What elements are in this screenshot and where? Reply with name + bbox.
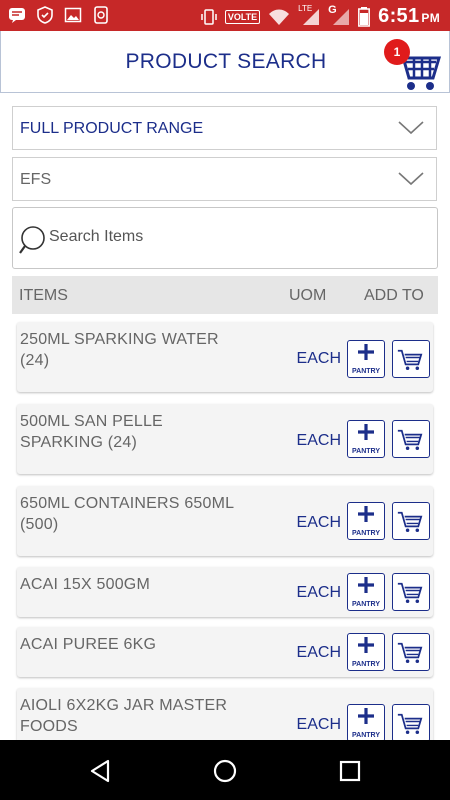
product-name: ACAI PUREE 6KG	[20, 636, 157, 653]
add-to-pantry-button[interactable]: PANTRY	[347, 420, 385, 458]
app-header: PRODUCT SEARCH 1	[0, 31, 450, 93]
search-input[interactable]	[49, 228, 419, 246]
supplier-select[interactable]: EFS	[12, 157, 437, 201]
product-row: ACAI PUREE 6KG EACH PANTRY	[17, 627, 433, 677]
pantry-label: PANTRY	[352, 530, 380, 537]
plus-icon	[358, 708, 374, 724]
pantry-label: PANTRY	[352, 661, 380, 668]
pantry-label: PANTRY	[352, 732, 380, 739]
cart-icon	[397, 511, 423, 532]
plus-icon	[358, 577, 374, 593]
vibrate-icon	[201, 8, 217, 25]
system-icons: VOLTE LTE G 6:51 PM	[201, 4, 440, 28]
add-to-pantry-button[interactable]: PANTRY	[347, 340, 385, 378]
product-uom: EACH	[296, 514, 341, 531]
cart-count-badge: 1	[384, 39, 410, 65]
cart-button[interactable]: 1	[381, 36, 445, 92]
product-name: 650ML CONTAINERS 650ML (500)	[20, 495, 234, 533]
add-to-pantry-button[interactable]: PANTRY	[347, 633, 385, 671]
add-to-cart-button[interactable]	[392, 502, 430, 540]
add-to-cart-button[interactable]	[392, 704, 430, 740]
cart-icon	[397, 713, 423, 734]
battery-icon	[358, 6, 371, 27]
add-to-cart-button[interactable]	[392, 573, 430, 611]
product-row: 500ML SAN PELLE SPARKING (24) EACH PANTR…	[17, 404, 433, 474]
search-box[interactable]	[12, 207, 438, 269]
lte-signal: LTE	[298, 4, 320, 26]
supplier-value: EFS	[20, 171, 52, 188]
wifi-icon	[269, 9, 290, 25]
clock: 6:51 PM	[378, 5, 440, 28]
product-range-value: FULL PRODUCT RANGE	[20, 120, 204, 137]
add-to-cart-button[interactable]	[392, 340, 430, 378]
cart-icon	[397, 349, 423, 370]
product-name: 500ML SAN PELLE SPARKING (24)	[20, 413, 163, 451]
shield-icon	[37, 6, 53, 24]
column-add-to: ADD TO	[364, 287, 424, 304]
add-to-cart-button[interactable]	[392, 420, 430, 458]
recents-icon[interactable]	[337, 758, 363, 784]
cart-icon	[397, 582, 423, 603]
product-range-select[interactable]: FULL PRODUCT RANGE	[12, 106, 437, 150]
plus-icon	[358, 637, 374, 653]
product-row: 650ML CONTAINERS 650ML (500) EACH PANTRY	[17, 486, 433, 556]
cart-icon	[397, 642, 423, 663]
product-uom: EACH	[296, 644, 341, 661]
product-uom: EACH	[296, 716, 341, 733]
product-row: AIOLI 6X2KG JAR MASTER FOODS EACH PANTRY	[17, 688, 433, 740]
add-to-cart-button[interactable]	[392, 633, 430, 671]
volte-indicator: VOLTE	[224, 9, 261, 24]
add-to-pantry-button[interactable]: PANTRY	[347, 573, 385, 611]
messenger-icon	[9, 8, 25, 23]
g-signal: G	[328, 4, 350, 26]
pantry-label: PANTRY	[352, 601, 380, 608]
plus-icon	[358, 506, 374, 522]
product-uom: EACH	[296, 584, 341, 601]
product-uom: EACH	[296, 350, 341, 367]
plus-icon	[358, 424, 374, 440]
lte-label: LTE	[298, 3, 313, 13]
product-name: 250ML SPARKING WATER (24)	[20, 331, 219, 369]
chevron-down-icon	[398, 172, 424, 186]
home-icon[interactable]	[212, 758, 238, 784]
image-icon	[64, 7, 82, 23]
clock-ampm: PM	[421, 11, 440, 25]
product-row: 250ML SPARKING WATER (24) EACH PANTRY	[17, 322, 433, 392]
back-icon[interactable]	[88, 758, 114, 784]
product-uom: EACH	[296, 432, 341, 449]
notification-icons	[8, 6, 110, 24]
add-to-pantry-button[interactable]: PANTRY	[347, 502, 385, 540]
column-uom: UOM	[289, 287, 327, 304]
product-list[interactable]: 250ML SPARKING WATER (24) EACH PANTRY 50…	[0, 314, 450, 740]
pantry-label: PANTRY	[352, 448, 380, 455]
pantry-label: PANTRY	[352, 368, 380, 375]
navigation-bar	[0, 740, 450, 800]
app-update-icon	[94, 6, 108, 24]
search-icon	[19, 226, 45, 254]
product-name: AIOLI 6X2KG JAR MASTER FOODS	[20, 697, 228, 735]
cart-icon	[397, 429, 423, 450]
add-to-pantry-button[interactable]: PANTRY	[347, 704, 385, 740]
column-header: ITEMS UOM ADD TO	[12, 276, 438, 314]
product-row: ACAI 15X 500GM EACH PANTRY	[17, 567, 433, 617]
g-label: G	[328, 3, 337, 16]
clock-time: 6:51	[378, 5, 420, 27]
chevron-down-icon	[398, 121, 424, 135]
plus-icon	[358, 344, 374, 360]
column-items: ITEMS	[19, 287, 68, 304]
product-name: ACAI 15X 500GM	[20, 576, 150, 593]
status-bar: VOLTE LTE G 6:51 PM	[0, 0, 450, 31]
